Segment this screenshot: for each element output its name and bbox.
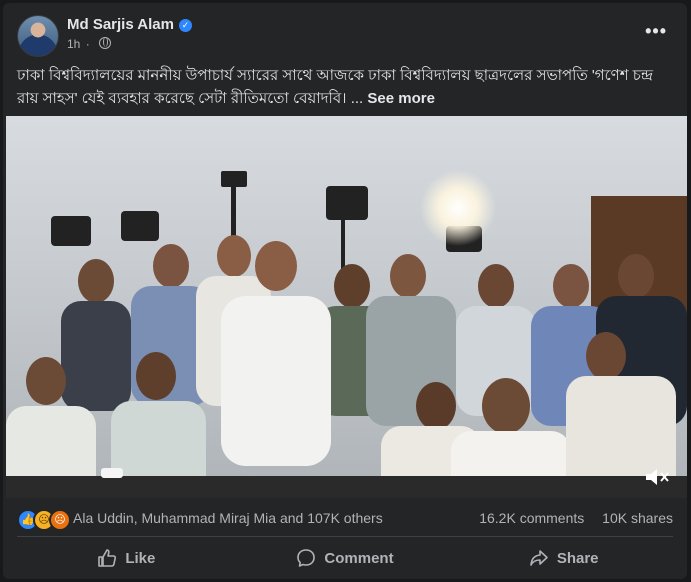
mute-icon[interactable]	[643, 466, 671, 488]
author-name-row[interactable]: Md Sarjis Alam ✓	[67, 16, 192, 33]
like-label: Like	[125, 549, 156, 567]
comment-button[interactable]: Comment	[236, 541, 455, 575]
verified-badge-icon: ✓	[178, 19, 192, 32]
post-video[interactable]	[6, 116, 687, 498]
video-frame	[6, 116, 687, 498]
comment-icon	[297, 549, 316, 567]
shares-count[interactable]: 10K shares	[602, 510, 673, 526]
public-globe-icon	[99, 37, 112, 49]
share-button[interactable]: Share	[454, 541, 673, 575]
post-time[interactable]: 1h	[67, 37, 80, 51]
more-options-icon[interactable]: •••	[645, 21, 667, 42]
comments-count[interactable]: 16.2K comments	[479, 510, 584, 526]
post-card: Md Sarjis Alam ✓ 1h · ••• ঢাকা বিশ্ববিদ্য…	[3, 3, 687, 579]
author-avatar[interactable]	[17, 15, 59, 57]
post-caption: ঢাকা বিশ্ববিদ্যালয়ের মাননীয় উপাচার্য স…	[17, 64, 677, 110]
reaction-names[interactable]: Ala Uddin, Muhammad Miraj Mia and 107K o…	[73, 510, 383, 526]
angry-icon: ☹	[49, 509, 71, 531]
post-stats: 👍 ☹ ☹ Ala Uddin, Muhammad Miraj Mia and …	[17, 508, 673, 531]
share-label: Share	[556, 549, 599, 567]
action-bar: Like Comment Share	[17, 541, 673, 575]
comment-label: Comment	[324, 549, 394, 567]
share-icon	[530, 550, 548, 566]
see-more-link[interactable]: See more	[367, 90, 435, 107]
post-header: Md Sarjis Alam ✓ 1h · •••	[17, 15, 673, 57]
author-name[interactable]: Md Sarjis Alam	[67, 16, 174, 33]
engagement-counts: 16.2K comments 10K shares	[465, 510, 673, 526]
thumbs-up-icon	[98, 549, 117, 567]
caption-text: ঢাকা বিশ্ববিদ্যালয়ের মাননীয় উপাচার্য স…	[17, 67, 653, 107]
like-button[interactable]: Like	[17, 541, 236, 575]
divider	[17, 536, 673, 537]
post-meta: 1h ·	[67, 37, 112, 51]
